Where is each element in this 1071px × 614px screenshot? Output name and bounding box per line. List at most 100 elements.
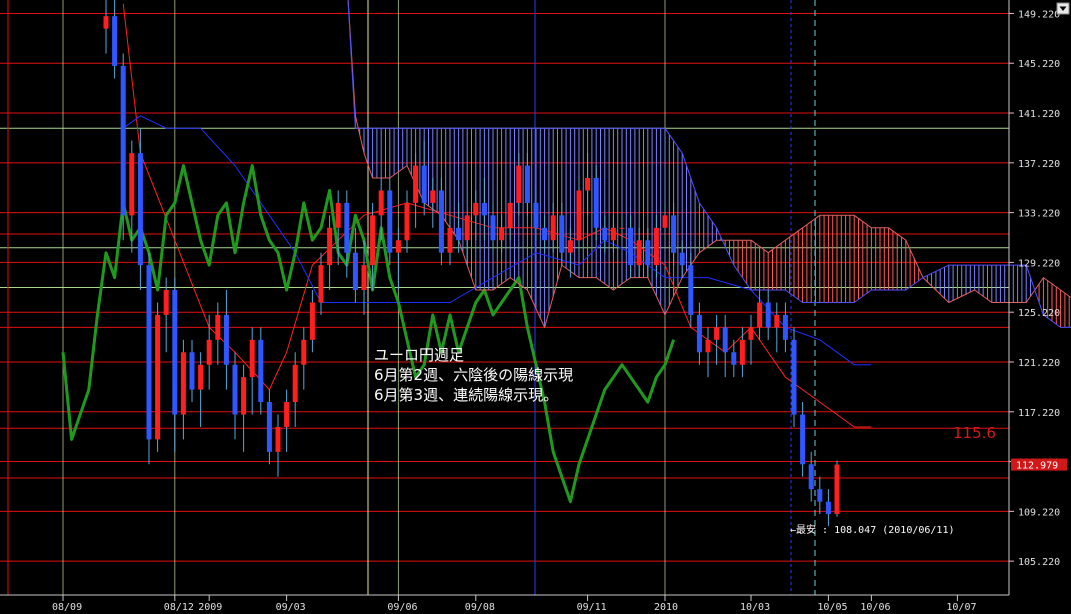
candle-body bbox=[516, 165, 522, 203]
date-tick-label: 10/03 bbox=[740, 602, 770, 613]
date-tick-label: 08/09 bbox=[52, 602, 82, 613]
date-tick-label: 09/08 bbox=[465, 602, 495, 613]
candle-body bbox=[722, 327, 728, 353]
candle-body bbox=[610, 227, 616, 241]
candle-body bbox=[155, 314, 161, 440]
candle-body bbox=[112, 16, 118, 66]
candle-body bbox=[215, 314, 221, 340]
candle-body bbox=[180, 352, 186, 415]
candle-body bbox=[275, 426, 281, 452]
price-tick-label: 133.220 bbox=[1018, 209, 1060, 220]
current-price-label: 112.979 bbox=[1016, 461, 1058, 472]
candle-body bbox=[404, 202, 410, 241]
candle-body bbox=[765, 302, 771, 328]
candle-body bbox=[292, 364, 298, 403]
price-tick-label: 121.220 bbox=[1018, 358, 1060, 369]
annotation-line-2: 6月第2週、六陰後の陽線示現 bbox=[374, 366, 573, 384]
candle-body bbox=[774, 314, 780, 328]
candle-body bbox=[507, 202, 513, 228]
candle-body bbox=[671, 215, 677, 253]
candle-body bbox=[464, 215, 470, 241]
price-tick-label: 109.220 bbox=[1018, 507, 1060, 518]
candle-body bbox=[172, 290, 178, 415]
candle-body bbox=[481, 202, 487, 216]
candle-body bbox=[438, 190, 444, 253]
candle-body bbox=[748, 327, 754, 340]
candle-body bbox=[645, 240, 651, 266]
candle-body bbox=[542, 227, 548, 241]
candle-body bbox=[757, 302, 763, 328]
candle-body bbox=[129, 153, 135, 216]
candle-body bbox=[395, 240, 401, 253]
candle-body bbox=[628, 227, 634, 266]
candle-body bbox=[137, 153, 143, 266]
candle-body bbox=[653, 227, 659, 266]
current-price-box: 112.979 bbox=[1011, 458, 1067, 472]
candle-body bbox=[318, 265, 324, 303]
level-label: 115.6 bbox=[953, 424, 996, 442]
ichimoku-chart[interactable]: 149.220 145.220 141.220 137.220 133.220 129.2… bbox=[0, 0, 1071, 614]
candle-body bbox=[249, 339, 255, 378]
candle-body bbox=[576, 190, 582, 241]
candle-body bbox=[714, 327, 720, 340]
candle-body bbox=[559, 215, 565, 253]
candle-body bbox=[232, 364, 238, 415]
candle-body bbox=[284, 402, 290, 427]
date-tick-label: 09/06 bbox=[387, 602, 417, 613]
candle-body bbox=[524, 165, 530, 203]
candle-body bbox=[241, 377, 247, 415]
candle-body bbox=[473, 202, 479, 216]
candle-body bbox=[688, 265, 694, 315]
price-tick-label: 125.220 bbox=[1018, 308, 1060, 319]
candle-body bbox=[352, 252, 358, 291]
candle-body bbox=[490, 215, 496, 241]
date-tick-label: 09/03 bbox=[276, 602, 306, 613]
date-tick-label: 08/12 bbox=[164, 602, 194, 613]
low-annotation: ←最安 : 108.047 (2010/06/11) bbox=[790, 523, 955, 536]
candle-body bbox=[370, 215, 376, 266]
candle-body bbox=[808, 464, 814, 490]
candle-body bbox=[602, 227, 608, 241]
candle-body bbox=[585, 178, 591, 191]
candle-body bbox=[825, 501, 831, 515]
candle-body bbox=[103, 16, 109, 29]
price-tick-label: 149.220 bbox=[1018, 9, 1060, 20]
candle-body bbox=[327, 227, 333, 266]
scale-menu-button[interactable] bbox=[1056, 2, 1070, 15]
annotation-line-3: 6月第3週、連続陽線示現。 bbox=[374, 386, 558, 404]
candle-body bbox=[533, 202, 539, 228]
date-tick-label: 10/06 bbox=[860, 602, 890, 613]
date-tick-label: 2009 bbox=[198, 602, 222, 613]
candle-body bbox=[662, 215, 668, 228]
candle-body bbox=[361, 265, 367, 291]
candle-body bbox=[791, 339, 797, 415]
candle-body bbox=[378, 190, 384, 216]
candle-body bbox=[447, 227, 453, 253]
price-tick-label: 117.220 bbox=[1018, 408, 1060, 419]
candle-body bbox=[593, 178, 599, 228]
price-tick-label: 145.220 bbox=[1018, 59, 1060, 70]
candle-body bbox=[800, 414, 806, 465]
candle-body bbox=[198, 364, 204, 390]
price-tick-label: 129.220 bbox=[1018, 258, 1060, 269]
candle-body bbox=[739, 339, 745, 365]
candle-body bbox=[696, 314, 702, 353]
candle-body bbox=[421, 165, 427, 203]
candle-body bbox=[636, 240, 642, 266]
date-tick-label: 10/07 bbox=[946, 602, 976, 613]
candle-body bbox=[335, 202, 341, 228]
candle-body bbox=[120, 65, 126, 216]
annotation-line-1: ユーロ円週足 bbox=[374, 346, 464, 364]
candle-body bbox=[301, 339, 307, 365]
candle-body bbox=[430, 190, 436, 203]
candle-body bbox=[206, 339, 212, 365]
candle-body bbox=[387, 190, 393, 253]
candle-body bbox=[309, 302, 315, 340]
candle-body bbox=[782, 314, 788, 340]
candle-body bbox=[817, 489, 823, 502]
date-tick-label: 10/05 bbox=[817, 602, 847, 613]
candle-body bbox=[413, 165, 419, 203]
candle-body bbox=[223, 314, 229, 365]
candle-body bbox=[679, 252, 685, 266]
candle-body bbox=[834, 464, 840, 515]
